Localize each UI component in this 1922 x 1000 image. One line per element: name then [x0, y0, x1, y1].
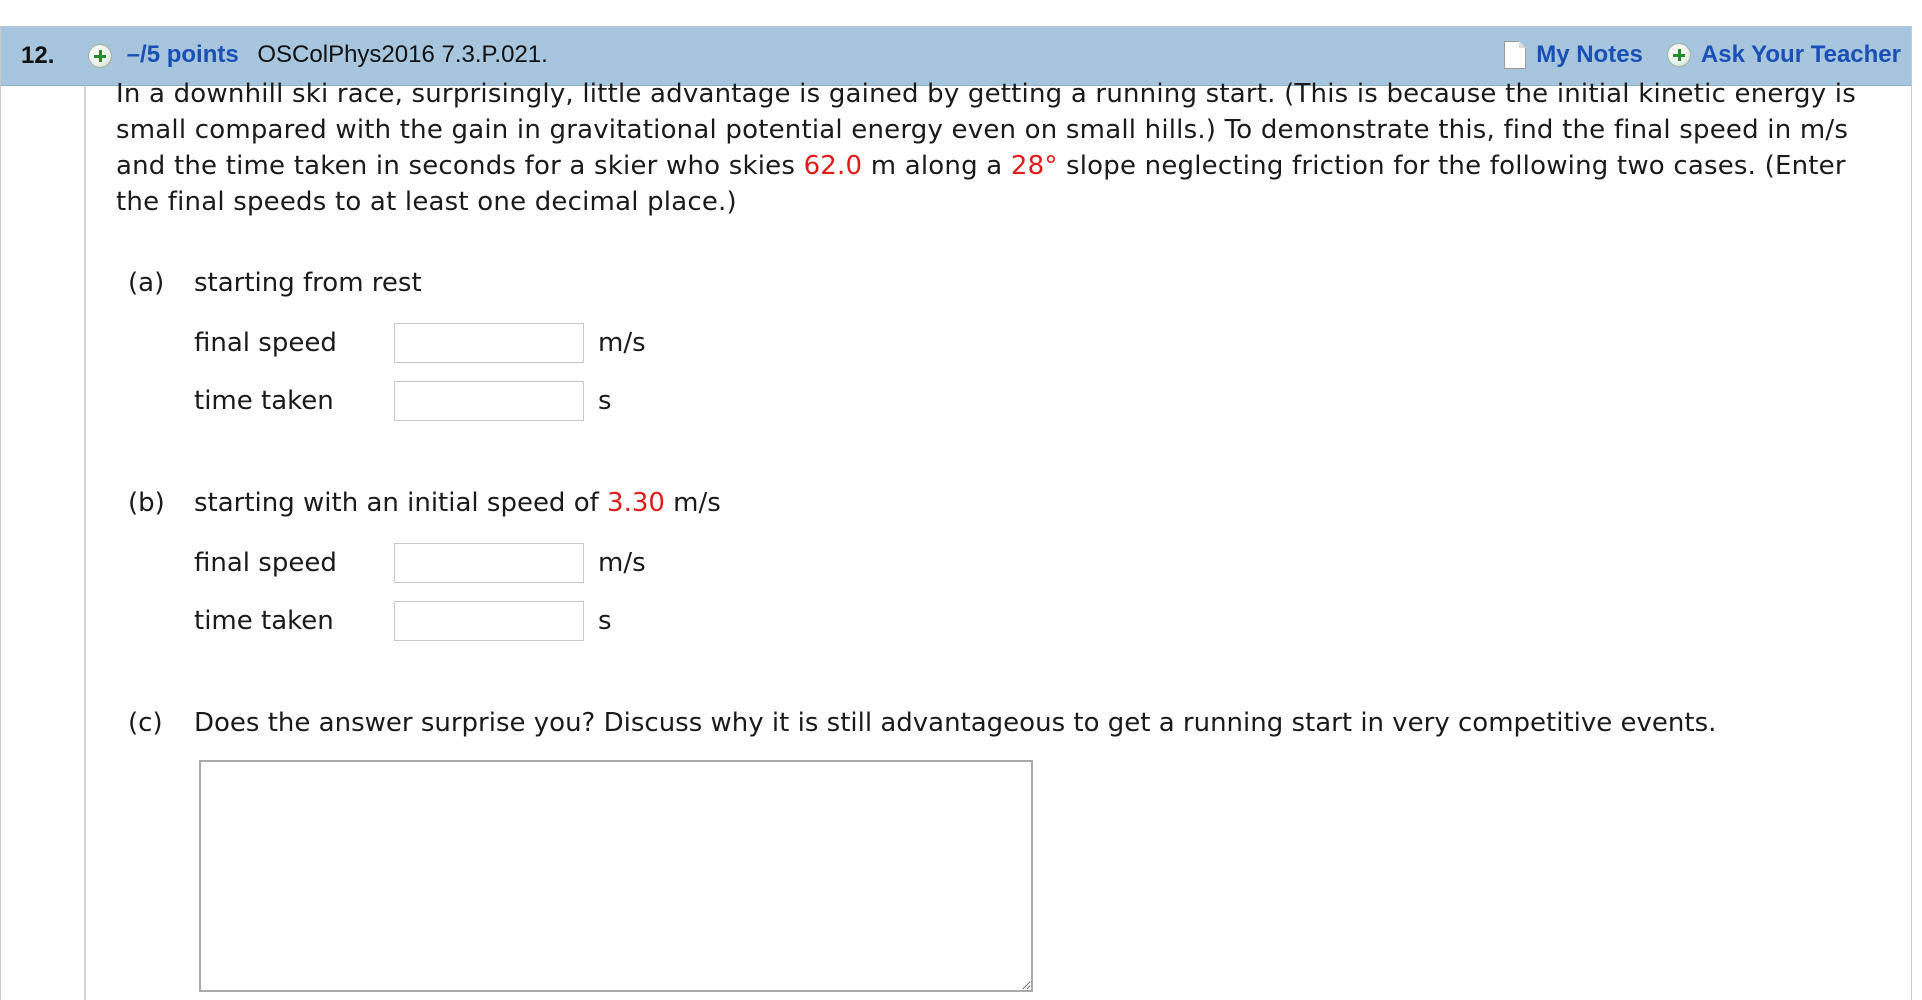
unit-label: s [598, 386, 612, 416]
part-prompt-unit: m/s [664, 488, 721, 518]
part-letter: (b) [128, 488, 165, 518]
part-letter: (c) [128, 708, 163, 738]
part-prompt: starting with an initial speed of [194, 488, 608, 518]
expand-plus-icon[interactable] [88, 43, 112, 68]
notes-group: My Notes Ask Your Teacher [1504, 41, 1901, 69]
part-b-heading: (b) starting with an initial speed of 3.3… [128, 488, 721, 518]
part-letter: (a) [128, 268, 165, 298]
field-label: final speed [194, 548, 337, 578]
part-b-final-speed-row: final speed m/s [194, 542, 646, 584]
part-a-final-speed-input[interactable] [394, 323, 584, 363]
part-a-heading: (a) starting from rest [128, 268, 422, 298]
field-label: final speed [194, 328, 337, 358]
reference-code: OSColPhys2016 7.3.P.021. [257, 41, 548, 68]
points-link[interactable]: –/5 points [127, 41, 239, 68]
part-c-heading: (c) Does the answer surprise you? Discuss… [128, 708, 1716, 738]
problem-text: In a downhill ski race, surprisingly, li… [116, 76, 1876, 220]
unit-label: m/s [598, 328, 646, 358]
field-label: time taken [194, 386, 334, 416]
angle-value: 28° [1010, 151, 1058, 181]
part-prompt: Does the answer surprise you? Discuss wh… [194, 708, 1717, 738]
left-column-divider [84, 27, 86, 1000]
part-b-time-input[interactable] [394, 601, 584, 641]
part-a-final-speed-row: final speed m/s [194, 322, 646, 364]
ask-your-teacher-link[interactable]: Ask Your Teacher [1701, 41, 1901, 69]
part-b-time-row: time taken s [194, 600, 612, 642]
part-prompt: starting from rest [194, 268, 422, 298]
document-icon[interactable] [1504, 41, 1527, 69]
ask-teacher-group: Ask Your Teacher [1666, 41, 1901, 69]
part-b-final-speed-input[interactable] [394, 543, 584, 583]
unit-label: s [598, 606, 612, 636]
my-notes-link[interactable]: My Notes [1536, 41, 1643, 69]
ask-plus-icon[interactable] [1666, 43, 1691, 67]
points-group: –/5 points OSColPhys2016 7.3.P.021. [88, 41, 548, 69]
part-c-answer-textarea[interactable] [199, 760, 1033, 992]
unit-label: m/s [598, 548, 646, 578]
initial-speed-value: 3.30 [607, 488, 665, 518]
distance-value: 62.0 [803, 151, 863, 181]
part-a-time-input[interactable] [394, 381, 584, 421]
question-number: 12. [21, 42, 55, 69]
part-a-time-row: time taken s [194, 380, 612, 422]
problem-text-part: m along a [862, 151, 1011, 181]
field-label: time taken [194, 606, 334, 636]
